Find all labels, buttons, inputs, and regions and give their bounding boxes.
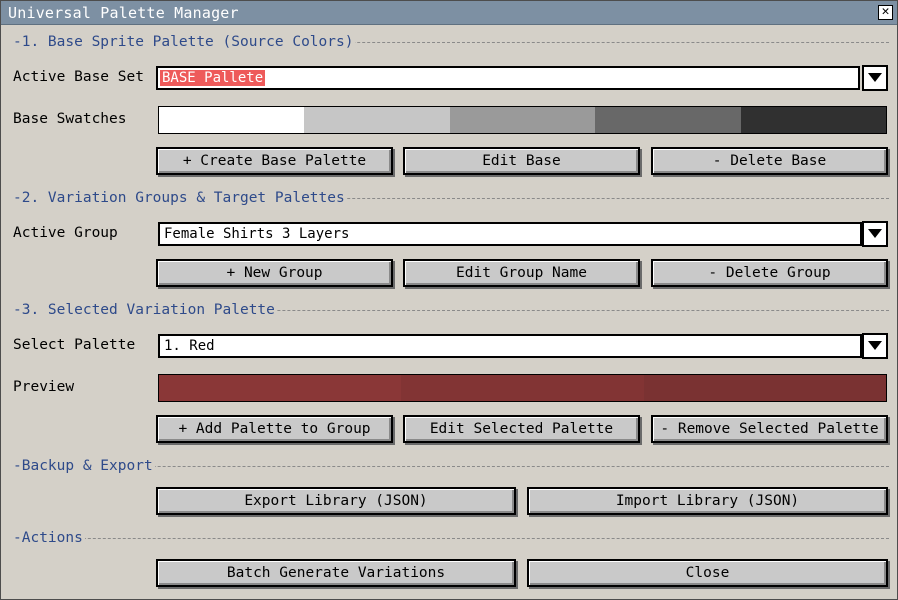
base-swatch-5[interactable] (740, 107, 886, 133)
active-base-set-value: BASE Pallete (160, 70, 266, 86)
new-group-button[interactable]: + New Group (156, 259, 393, 287)
section-variation-header: -2. Variation Groups & Target Palettes (13, 190, 889, 206)
chevron-down-icon[interactable] (862, 221, 888, 247)
select-palette-value: 1. Red (164, 338, 215, 354)
section-selected-header: -3. Selected Variation Palette (13, 302, 889, 318)
delete-base-button[interactable]: - Delete Base (651, 147, 888, 175)
add-palette-to-group-button[interactable]: + Add Palette to Group (156, 415, 393, 443)
section-backup-header: -Backup & Export (13, 458, 889, 474)
section-actions-header: -Actions (13, 530, 889, 546)
preview-swatch-1[interactable] (159, 375, 402, 401)
edit-base-button[interactable]: Edit Base (403, 147, 640, 175)
preview-swatches-bar[interactable] (158, 374, 887, 402)
active-base-set-dropdown[interactable]: BASE Pallete (156, 66, 860, 90)
import-library-button[interactable]: Import Library (JSON) (527, 487, 888, 515)
batch-generate-variations-button[interactable]: Batch Generate Variations (156, 559, 516, 587)
active-group-value: Female Shirts 3 Layers (164, 226, 350, 242)
close-button[interactable]: Close (527, 559, 888, 587)
base-swatch-4[interactable] (595, 107, 741, 133)
close-icon[interactable]: ✕ (878, 5, 893, 20)
section-divider (13, 538, 889, 539)
base-swatch-3[interactable] (449, 107, 596, 133)
section-variation-title: -2. Variation Groups & Target Palettes (13, 190, 347, 206)
export-library-button[interactable]: Export Library (JSON) (156, 487, 516, 515)
chevron-down-icon[interactable] (862, 65, 888, 91)
active-group-dropdown[interactable]: Female Shirts 3 Layers (158, 222, 862, 246)
section-actions-title: -Actions (13, 530, 85, 546)
delete-group-button[interactable]: - Delete Group (651, 259, 888, 287)
section-backup-title: -Backup & Export (13, 458, 155, 474)
edit-selected-palette-button[interactable]: Edit Selected Palette (403, 415, 640, 443)
select-palette-dropdown[interactable]: 1. Red (158, 334, 862, 358)
section-selected-title: -3. Selected Variation Palette (13, 302, 277, 318)
palette-manager-window: Universal Palette Manager ✕ -1. Base Spr… (0, 0, 898, 600)
section-base-header: -1. Base Sprite Palette (Source Colors) (13, 34, 889, 50)
base-swatch-1[interactable] (159, 107, 305, 133)
base-swatches-bar[interactable] (158, 106, 887, 134)
active-base-set-label: Active Base Set (13, 69, 144, 85)
chevron-down-icon[interactable] (862, 333, 888, 359)
edit-group-name-button[interactable]: Edit Group Name (403, 259, 640, 287)
select-palette-label: Select Palette (13, 337, 136, 353)
preview-swatch-3[interactable] (643, 375, 886, 401)
base-swatches-label: Base Swatches (13, 111, 127, 127)
create-base-palette-button[interactable]: + Create Base Palette (156, 147, 393, 175)
window-title: Universal Palette Manager (8, 4, 239, 22)
preview-swatch-2[interactable] (401, 375, 644, 401)
section-base-title: -1. Base Sprite Palette (Source Colors) (13, 34, 356, 50)
preview-label: Preview (13, 379, 75, 395)
title-bar[interactable]: Universal Palette Manager ✕ (1, 1, 897, 25)
base-swatch-2[interactable] (304, 107, 450, 133)
remove-selected-palette-button[interactable]: - Remove Selected Palette (651, 415, 888, 443)
active-group-label: Active Group (13, 225, 118, 241)
